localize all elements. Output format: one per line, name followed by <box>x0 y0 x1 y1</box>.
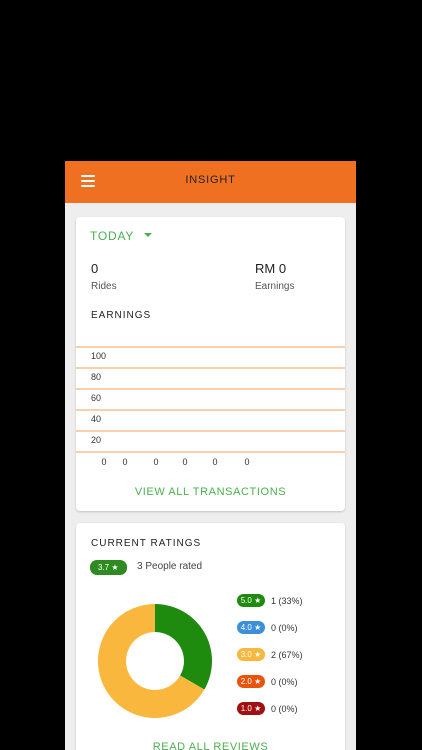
bar-value-label: 0 <box>153 457 158 467</box>
rating-count: 0 (0%) <box>271 703 298 714</box>
rating-row: 2.0 ★ 0 (0%) <box>237 673 298 689</box>
star-icon: ★ <box>251 596 262 606</box>
summary-card: TODAY 0 Rides RM 0 Earnings EARNINGS 100… <box>76 217 345 511</box>
rating-badge: 3.0 ★ <box>237 648 265 662</box>
view-all-transactions-link[interactable]: VIEW ALL TRANSACTIONS <box>76 486 345 498</box>
rating-count: 0 (0%) <box>271 622 298 633</box>
bar-value-label: 0 <box>212 457 217 467</box>
rating-count: 1 (33%) <box>271 595 303 606</box>
star-icon: ★ <box>251 677 262 687</box>
period-dropdown[interactable]: TODAY <box>90 229 153 243</box>
star-icon: ★ <box>251 704 262 714</box>
rating-level: 4.0 <box>240 623 252 633</box>
rating-badge: 5.0 ★ <box>237 594 265 608</box>
rating-row: 3.0 ★ 2 (67%) <box>237 646 303 662</box>
rating-badge: 1.0 ★ <box>237 702 265 716</box>
rating-row: 5.0 ★ 1 (33%) <box>237 592 303 608</box>
donut-slice <box>155 604 212 690</box>
bar-value-label: 0 <box>244 457 249 467</box>
star-icon: ★ <box>251 650 262 660</box>
average-rating-value: 3.7 <box>98 563 110 572</box>
y-tick-label: 80 <box>91 372 101 382</box>
rating-count: 0 (0%) <box>271 676 298 687</box>
earnings-value: RM 0 <box>255 261 287 276</box>
bar-value-label: 0 <box>122 457 127 467</box>
people-rated-text: 3 People rated <box>137 561 203 572</box>
ratings-donut-chart <box>98 604 212 718</box>
rating-level: 3.0 <box>240 650 252 660</box>
y-tick-label: 40 <box>91 414 101 424</box>
star-icon: ★ <box>111 563 119 572</box>
period-label: TODAY <box>90 229 135 243</box>
earnings-label: Earnings <box>255 281 295 292</box>
ratings-section-title: CURRENT RATINGS <box>91 538 202 549</box>
rides-label: Rides <box>91 281 117 292</box>
earnings-chart: 100 80 60 40 20 0 0 0 0 0 0 <box>76 346 345 467</box>
rating-badge: 4.0 ★ <box>237 621 265 635</box>
caret-down-icon <box>144 232 153 237</box>
y-tick-label: 20 <box>91 435 101 445</box>
average-rating-badge: 3.7 ★ <box>90 560 127 575</box>
rating-level: 2.0 <box>240 677 252 687</box>
rating-count: 2 (67%) <box>271 649 303 660</box>
bar-value-label: 0 <box>182 457 187 467</box>
rating-level: 1.0 <box>240 704 252 714</box>
app-bar: INSIGHT <box>65 161 356 203</box>
read-all-reviews-link[interactable]: READ ALL REVIEWS <box>76 741 345 750</box>
y-tick-label: 60 <box>91 393 101 403</box>
page-title: INSIGHT <box>185 174 236 186</box>
rating-row: 1.0 ★ 0 (0%) <box>237 700 298 716</box>
star-icon: ★ <box>251 623 262 633</box>
y-tick-label: 100 <box>91 351 106 361</box>
rating-row: 4.0 ★ 0 (0%) <box>237 619 298 635</box>
earnings-section-title: EARNINGS <box>91 310 152 321</box>
rating-badge: 2.0 ★ <box>237 675 265 689</box>
rating-level: 5.0 <box>240 596 252 606</box>
rides-value: 0 <box>91 261 99 276</box>
app-screen: INSIGHT TODAY 0 Rides RM 0 Earnings EARN… <box>65 161 356 750</box>
bar-value-label: 0 <box>101 457 106 467</box>
ratings-card: CURRENT RATINGS 3.7 ★ 3 People rated 5.0… <box>76 523 345 750</box>
